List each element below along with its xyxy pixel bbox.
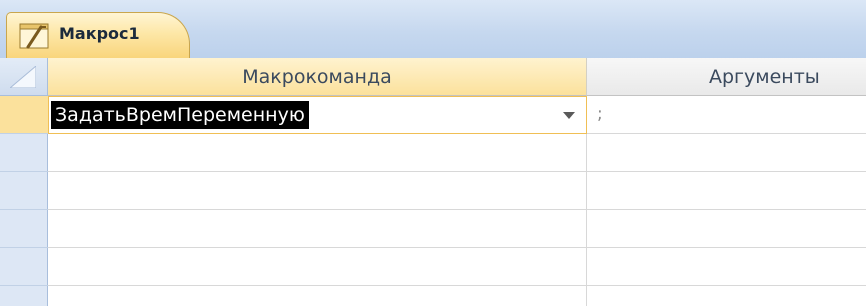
arguments-cell[interactable]: ; [587, 96, 866, 134]
select-all-triangle-icon [10, 66, 36, 88]
tab-macro1[interactable]: Макрос1 [6, 12, 190, 58]
row-selector[interactable] [0, 248, 48, 286]
arguments-cell[interactable] [587, 286, 866, 306]
table-row [48, 134, 866, 172]
row-selector[interactable] [0, 172, 48, 210]
tab-title: Макрос1 [59, 24, 140, 43]
row-selector[interactable] [0, 134, 48, 172]
macro-icon [19, 23, 49, 49]
macro-designer-window: Макрос1 Макрокоманда Аргументы ЗадатьВре… [0, 0, 866, 306]
macro-action-cell[interactable] [48, 172, 587, 210]
macro-action-cell[interactable] [48, 286, 587, 306]
row-selector[interactable] [0, 96, 48, 134]
arguments-cell[interactable] [587, 172, 866, 210]
row-selector[interactable] [0, 286, 48, 306]
macro-action-cell[interactable] [48, 248, 587, 286]
macro-action-value: ЗадатьВремПеременную [51, 101, 309, 129]
table-row: ЗадатьВремПеременную ; [48, 96, 866, 134]
arguments-cell[interactable] [587, 134, 866, 172]
macro-grid: Макрокоманда Аргументы ЗадатьВремПеремен… [0, 58, 866, 306]
arguments-cell[interactable] [587, 210, 866, 248]
table-row [48, 286, 866, 306]
table-row [48, 172, 866, 210]
document-tab-strip: Макрос1 [0, 0, 866, 58]
arguments-value: ; [597, 104, 603, 124]
table-row [48, 210, 866, 248]
dropdown-arrow-icon[interactable] [562, 110, 576, 120]
macro-action-cell[interactable] [48, 134, 587, 172]
select-all-corner[interactable] [0, 58, 48, 96]
macro-action-combobox[interactable]: ЗадатьВремПеременную [48, 96, 587, 134]
column-header-macro[interactable]: Макрокоманда [48, 58, 587, 96]
row-selector[interactable] [0, 210, 48, 248]
column-header-row: Макрокоманда Аргументы [48, 58, 866, 96]
arguments-cell[interactable] [587, 248, 866, 286]
table-row [48, 248, 866, 286]
macro-action-cell[interactable] [48, 210, 587, 248]
column-header-arguments[interactable]: Аргументы [587, 58, 866, 96]
